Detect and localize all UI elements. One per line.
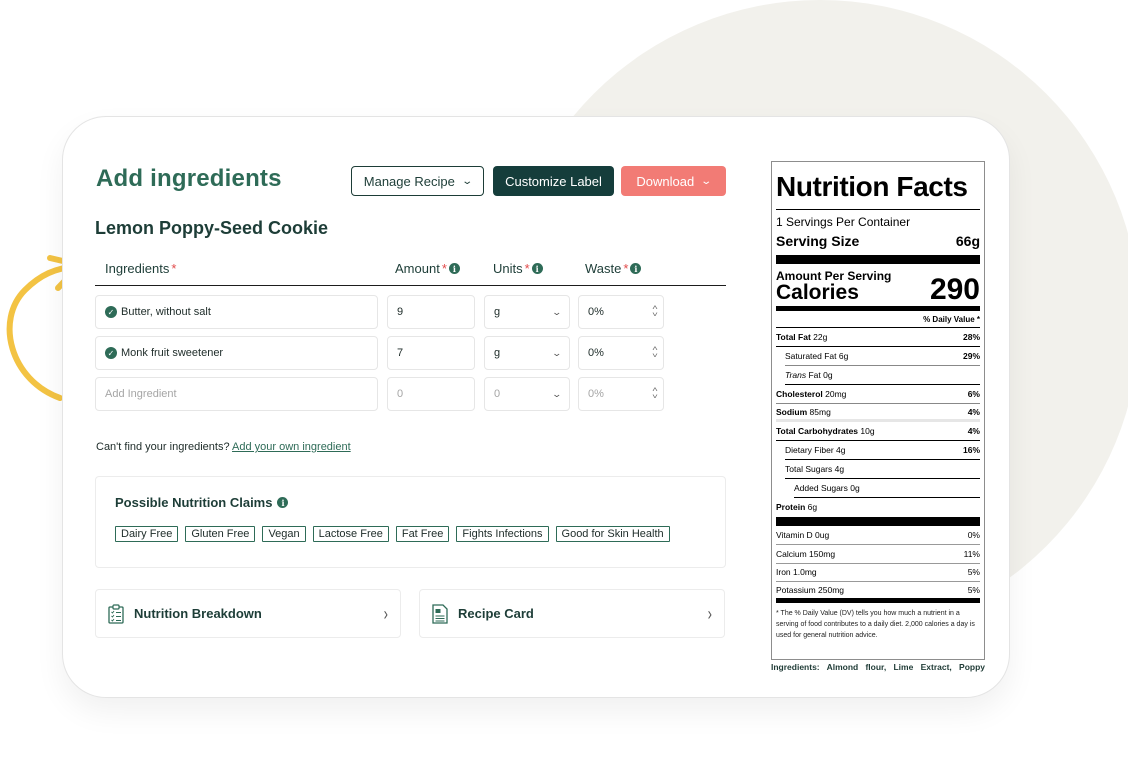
- nutrient-row: Protein 6g: [776, 502, 818, 513]
- chevron-down-icon: ⌄: [551, 388, 563, 399]
- nutrient-row: Added Sugars 0g: [794, 479, 980, 499]
- nutrient-row: Total Sugars 4g: [785, 460, 980, 480]
- claims-list: Dairy Free Gluten Free Vegan Lactose Fre…: [115, 526, 670, 542]
- chevron-down-icon: ⌄: [551, 347, 563, 358]
- recipe-name: Lemon Poppy-Seed Cookie: [95, 218, 329, 238]
- daily-value-footnote: * The % Daily Value (DV) tells you how m…: [776, 610, 975, 640]
- vitamin-row: Potassium 250mg 5%: [776, 582, 980, 604]
- vitamin-row: Calcium 150mg 11%: [776, 545, 980, 564]
- ingredients-line: Ingredients: Almond flour, Lime Extract,…: [771, 662, 985, 672]
- unit-select[interactable]: 0 ⌄: [484, 377, 570, 411]
- nutrition-breakdown-label: Nutrition Breakdown: [134, 606, 262, 621]
- chevron-right-icon: ›: [383, 603, 388, 624]
- download-label: Download: [636, 173, 695, 189]
- check-circle-icon: ✓: [105, 306, 117, 318]
- column-header-waste: Waste * i: [585, 261, 642, 276]
- column-header-ingredients: Ingredients *: [105, 261, 177, 276]
- claim-chip: Fights Infections: [456, 526, 549, 542]
- ingredient-field[interactable]: ✓ Butter, without salt: [95, 295, 378, 329]
- new-ingredient-row: Add Ingredient 0 0 ⌄ 0% ˄ ˅: [95, 377, 665, 411]
- claim-chip: Dairy Free: [115, 526, 179, 542]
- help-text: Can't find your ingredients? Add your ow…: [96, 441, 351, 453]
- customize-label-label: Customize Label: [505, 173, 602, 189]
- column-header-amount: Amount * i: [395, 261, 460, 276]
- ingredient-field[interactable]: ✓ Monk fruit sweetener: [95, 336, 378, 370]
- recipe-card-label: Recipe Card: [458, 606, 534, 621]
- claims-title: Possible Nutrition Claims i: [115, 495, 289, 510]
- stepper-arrows-icon[interactable]: ˄ ˅: [652, 305, 658, 319]
- amount-input[interactable]: 9: [387, 295, 475, 329]
- nutrient-row: Sodium 85mg 4%: [776, 404, 980, 423]
- vitamin-row: Iron 1.0mg 5%: [776, 564, 980, 583]
- nutrient-row: Cholesterol 20mg 6%: [776, 385, 980, 404]
- ingredients-table-header: Ingredients * Amount * i Units * i Waste * i: [95, 255, 726, 286]
- column-header-units: Units * i: [493, 261, 543, 276]
- nutrition-facts-title: Nutrition Facts: [776, 171, 980, 210]
- clipboard-checklist-icon: [108, 603, 124, 624]
- nutrient-row: Dietary Fiber 4g 16%: [785, 441, 980, 461]
- info-icon[interactable]: i: [630, 263, 642, 274]
- info-icon[interactable]: i: [531, 263, 543, 274]
- table-row: ✓ Monk fruit sweetener 7 g ⌄ 0% ˄ ˅: [95, 336, 665, 370]
- chevron-down-icon: ⌄: [461, 175, 473, 187]
- add-ingredient-input[interactable]: Add Ingredient: [95, 377, 378, 411]
- thick-divider: [776, 516, 980, 526]
- waste-stepper[interactable]: 0% ˄ ˅: [578, 336, 664, 370]
- chevron-down-icon: ⌄: [700, 175, 713, 187]
- stepper-arrows-icon[interactable]: ˄ ˅: [652, 346, 658, 360]
- nutrient-row: Trans Fat 0g: [785, 366, 980, 385]
- nutrient-row: Total Fat 22g 28%: [776, 328, 980, 347]
- document-icon: [432, 603, 448, 624]
- nutrient-row: Saturated Fat 6g 29%: [785, 347, 980, 366]
- unit-select[interactable]: g ⌄: [484, 295, 570, 329]
- table-row: ✓ Butter, without salt 9 g ⌄ 0% ˄ ˅: [95, 295, 665, 329]
- claim-chip: Lactose Free: [312, 526, 389, 542]
- info-icon[interactable]: i: [448, 263, 460, 274]
- nutrition-breakdown-card[interactable]: Nutrition Breakdown ›: [95, 589, 401, 638]
- add-own-ingredient-link[interactable]: Add your own ingredient: [232, 441, 351, 453]
- check-circle-icon: ✓: [105, 347, 117, 359]
- claim-chip: Good for Skin Health: [555, 526, 670, 542]
- nutrition-claims-panel: Possible Nutrition Claims i Dairy Free G…: [95, 476, 726, 568]
- chevron-right-icon: ›: [707, 603, 712, 624]
- unit-select[interactable]: g ⌄: [484, 336, 570, 370]
- nutrient-row: Total Carbohydrates 10g 4%: [776, 422, 980, 442]
- manage-recipe-button[interactable]: Manage Recipe ⌄: [351, 166, 484, 196]
- amount-input[interactable]: 7: [387, 336, 475, 370]
- page-title: Add ingredients: [96, 165, 282, 192]
- claim-chip: Fat Free: [395, 526, 450, 542]
- vitamin-row: Vitamin D 0ug 0%: [776, 526, 980, 545]
- claim-chip: Gluten Free: [185, 526, 256, 542]
- waste-stepper[interactable]: 0% ˄ ˅: [578, 295, 664, 329]
- stepper-arrows-icon[interactable]: ˄ ˅: [652, 387, 658, 401]
- amount-input[interactable]: 0: [387, 377, 475, 411]
- download-button[interactable]: Download ⌄: [621, 166, 726, 196]
- claim-chip: Vegan: [262, 526, 306, 542]
- waste-stepper[interactable]: 0% ˄ ˅: [578, 377, 664, 411]
- chevron-down-icon: ⌄: [551, 306, 563, 317]
- manage-recipe-label: Manage Recipe: [363, 173, 455, 189]
- calories-row: Calories 290: [776, 275, 980, 311]
- recipe-card-card[interactable]: Recipe Card ›: [419, 589, 725, 638]
- calories-value: 290: [929, 273, 980, 306]
- servings-per-container: 1 Servings Per Container: [776, 215, 911, 229]
- info-icon[interactable]: i: [277, 497, 289, 508]
- daily-value-header: % Daily Value *: [776, 311, 980, 328]
- nutrition-facts-label: Nutrition Facts 1 Servings Per Container…: [771, 161, 985, 660]
- customize-label-button[interactable]: Customize Label: [493, 166, 614, 196]
- serving-size: Serving Size 66g: [776, 233, 980, 264]
